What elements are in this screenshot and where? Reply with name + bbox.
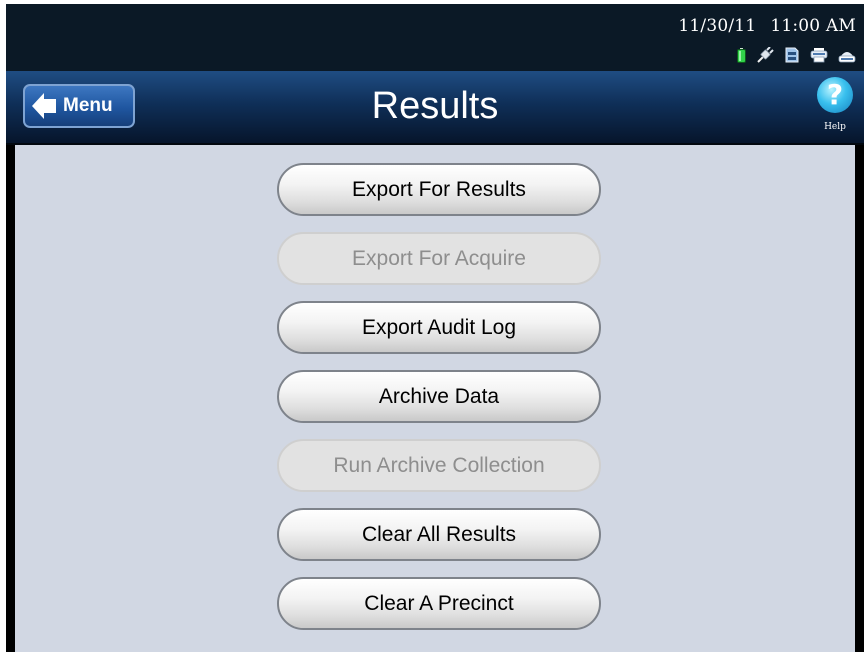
help-icon: ? — [817, 77, 853, 113]
status-date: 11/30/11 — [678, 16, 757, 36]
results-panel: Export For Results Export For Acquire Ex… — [15, 145, 855, 652]
printer-icon — [810, 48, 828, 63]
clear-a-precinct-button[interactable]: Clear A Precinct — [277, 577, 601, 630]
run-archive-collection-button[interactable]: Run Archive Collection — [277, 439, 601, 492]
status-icons — [737, 46, 856, 64]
power-plug-icon — [757, 47, 774, 63]
header-bar: Menu Results ? Help — [6, 71, 864, 145]
help-label: Help — [824, 122, 846, 132]
status-bar: 11/30/11 11:00 AM — [6, 4, 864, 71]
kiosk-frame: 11/30/11 11:00 AM Menu Results ? Help Ex… — [6, 4, 864, 652]
clear-all-results-button[interactable]: Clear All Results — [277, 508, 601, 561]
archive-data-button[interactable]: Archive Data — [277, 370, 601, 423]
battery-icon — [737, 47, 746, 63]
help-button[interactable]: ? Help — [812, 77, 858, 137]
export-for-results-button[interactable]: Export For Results — [277, 163, 601, 216]
export-audit-log-button[interactable]: Export Audit Log — [277, 301, 601, 354]
memory-card-icon — [785, 47, 799, 63]
date-time: 11/30/11 11:00 AM — [678, 16, 856, 36]
scanner-icon — [838, 52, 856, 63]
page-title: Results — [371, 85, 499, 127]
export-for-acquire-button[interactable]: Export For Acquire — [277, 232, 601, 285]
status-time: 11:00 AM — [770, 16, 856, 36]
